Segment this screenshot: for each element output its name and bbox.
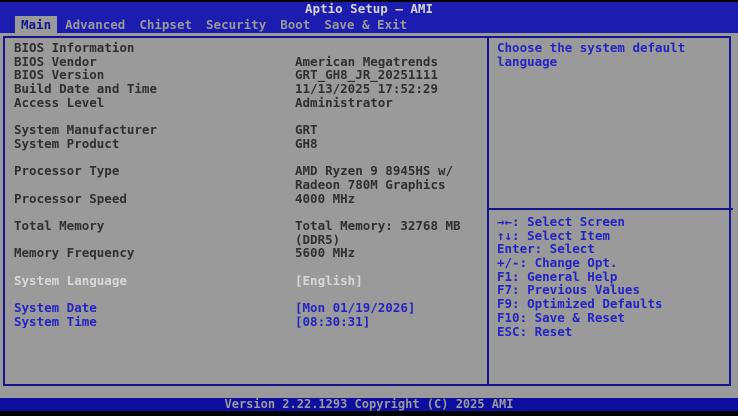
spacer-row [14,260,480,274]
bios-vendor-row-value: American Megatrends [295,54,438,69]
system-language-row-label: System Language [14,273,127,288]
memory-frequency-row-label: Memory Frequency [14,246,135,260]
tab-bar: Main Advanced Chipset Security Boot Save & Ex… [15,16,413,33]
processor-type-row-label: Processor Type [14,164,120,178]
system-date-row[interactable]: System Date [Mon 01/19/2026] [14,301,480,315]
hotkey-line: ↑↓: Select Item [497,227,610,243]
hotkey-legend: →←: Select Screen ↑↓: Select Item Enter: S… [497,215,729,338]
system-date-row-label: System Date [14,301,97,315]
system-date-row-value[interactable]: [Mon 01/19/2026] [295,301,480,315]
build-date-row: Build Date and Time 11/13/2025 17:52:29 [14,82,480,96]
settings-pane: BIOS Information BIOS Vendor American Mega… [14,41,480,328]
processor-speed-row: Processor Speed 4000 MHz [14,192,480,206]
build-date-row-value: 11/13/2025 17:52:29 [295,82,438,96]
memory-frequency-row: Memory Frequency 5600 MHz [14,246,480,260]
processor-type-row-cont-label [14,178,295,192]
access-level-row-label: Access Level [14,95,105,110]
panel-vertical-divider [487,36,489,386]
version-bar: Version 2.22.1293 Copyright (C) 2025 AMI [0,398,738,411]
bios-information-heading-value [295,41,480,55]
processor-type-row-value: AMD Ryzen 9 8945HS w/ [295,164,454,178]
system-time-row-value[interactable]: [08:30:31] [295,315,480,329]
spacer-row [14,287,480,301]
system-product-row: System Product GH8 [14,137,480,151]
processor-speed-row-label: Processor Speed [14,191,127,206]
bios-information-heading: BIOS Information [14,41,480,55]
memory-frequency-row-value: 5600 MHz [295,246,356,260]
hotkey-line: +/-: Change Opt. [497,255,618,271]
system-manufacturer-row: System Manufacturer GRT [14,123,480,137]
hotkey-line: →←: Select Screen [497,214,625,229]
processor-type-row-cont-value: Radeon 780M Graphics [295,177,446,192]
processor-speed-row-value: 4000 MHz [295,191,356,206]
total-memory-row-cont: (DDR5) [14,233,480,247]
bios-version-row-value: GRT_GH8_JR_20251111 [295,68,438,83]
spacer-row [14,109,480,123]
system-time-row[interactable]: System Time [08:30:31] [14,315,480,329]
hotkey-line: F1: General Help [497,268,618,284]
hotkey-line: F7: Previous Values [497,282,640,298]
total-memory-row-value: Total Memory: 32768 MB [295,218,461,233]
system-time-row-label: System Time [14,314,97,329]
system-product-row-value: GH8 [295,136,318,151]
system-language-row[interactable]: System Language [English] [14,274,480,288]
tab-chipset[interactable]: Chipset [133,16,198,33]
tab-boot[interactable]: Boot [274,16,316,33]
spacer-row [14,151,480,165]
bios-version-row: BIOS Version GRT_GH8_JR_20251111 [14,68,480,82]
bios-vendor-row-label: BIOS Vendor [14,54,97,69]
hotkey-line: Enter: Select [497,241,595,257]
item-help-text: Choose the system default language [497,41,729,68]
tab-main[interactable]: Main [15,16,58,33]
bios-vendor-row: BIOS Vendor American Megatrends [14,55,480,69]
hotkey-line: F9: Optimized Defaults [497,296,663,312]
setup-body: BIOS Information BIOS Vendor American Mega… [0,33,738,398]
hotkey-line: F10: Save & Reset [497,309,625,325]
processor-type-row-cont: Radeon 780M Graphics [14,178,480,192]
tab-save-exit[interactable]: Save & Exit [318,16,413,33]
processor-type-row: Processor Type AMD Ryzen 9 8945HS w/ [14,164,480,178]
system-manufacturer-row-label: System Manufacturer [14,123,157,137]
hotkey-line: ESC: Reset [497,323,573,339]
bios-version-row-label: BIOS Version [14,68,105,83]
tab-security[interactable]: Security [200,16,272,33]
help-text-line: Choose the system default [497,40,686,55]
access-level-row: Access Level Administrator [14,96,480,110]
system-language-row-value[interactable]: [English] [295,274,480,288]
total-memory-row-cont-value: (DDR5) [295,232,341,247]
help-pane-divider [489,208,733,210]
system-manufacturer-row-value: GRT [295,123,318,137]
bios-information-heading-label: BIOS Information [14,41,135,55]
system-product-row-label: System Product [14,136,120,151]
access-level-row-value: Administrator [295,95,393,110]
total-memory-row-label: Total Memory [14,218,105,233]
spacer-row [14,205,480,219]
setup-header: Aptio Setup – AMI Main Advanced Chipset Sec… [0,2,738,33]
bottom-black-strip [0,411,738,416]
total-memory-row: Total Memory Total Memory: 32768 MB [14,219,480,233]
tab-advanced[interactable]: Advanced [59,16,131,33]
total-memory-row-cont-label [14,233,295,247]
build-date-row-label: Build Date and Time [14,82,157,96]
help-text-line: language [497,53,558,69]
page-title: Aptio Setup – AMI [305,1,433,16]
